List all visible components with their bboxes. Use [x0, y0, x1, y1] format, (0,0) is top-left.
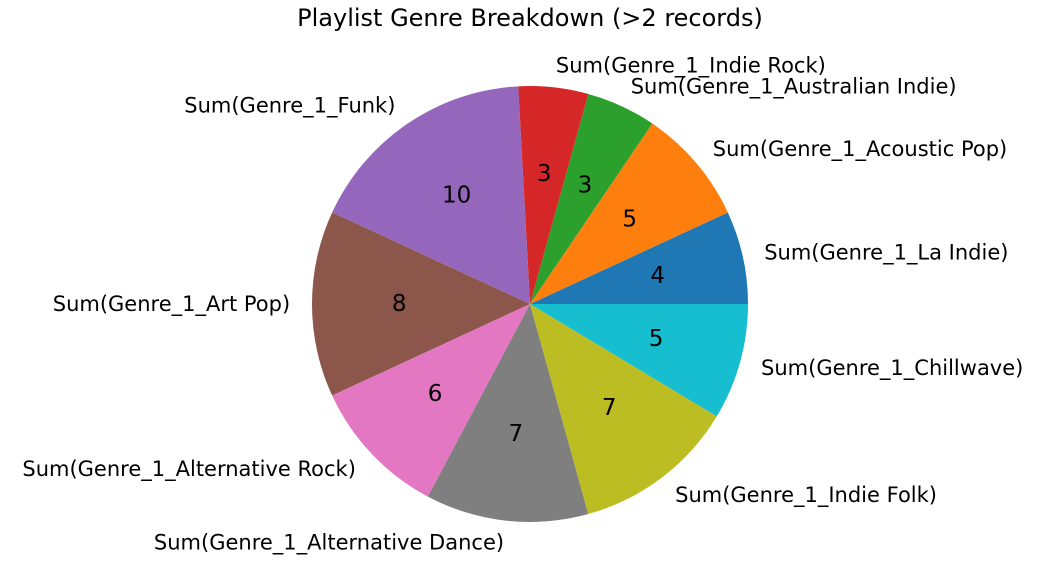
pie-value-label: 4 [650, 263, 665, 289]
pie-value-label: 5 [622, 206, 637, 232]
pie-slice-label: Sum(Genre_1_Indie Rock) [556, 54, 826, 79]
pie-slice-label: Sum(Genre_1_Chillwave) [761, 356, 1023, 381]
pie-slice-label: Sum(Genre_1_Alternative Rock) [22, 457, 356, 482]
chart-title: Playlist Genre Breakdown (>2 records) [297, 4, 763, 32]
pie-value-label: 7 [509, 421, 524, 447]
pie-slice-label: Sum(Genre_1_Australian Indie) [631, 74, 957, 99]
pie-chart: Playlist Genre Breakdown (>2 records) 4 5… [0, 0, 1043, 583]
pie-value-label: 10 [442, 183, 471, 209]
pie-slice-label: Sum(Genre_1_La Indie) [764, 240, 1008, 265]
pie-value-label: 3 [537, 161, 552, 187]
pie-slices [311, 86, 748, 522]
pie-value-label: 6 [428, 381, 443, 407]
pie-slice-label: Sum(Genre_1_Acoustic Pop) [713, 137, 1007, 162]
pie-chart-canvas: Playlist Genre Breakdown (>2 records) 4 5… [22, 4, 1023, 555]
pie-slice-label: Sum(Genre_1_Alternative Dance) [154, 530, 504, 555]
pie-value-label: 3 [578, 172, 593, 198]
pie-slice-label: Sum(Genre_1_Indie Folk) [675, 483, 937, 508]
pie-value-label: 8 [392, 291, 407, 317]
pie-slice-label: Sum(Genre_1_Art Pop) [53, 292, 290, 317]
pie-value-label: 7 [602, 395, 617, 421]
pie-slice-label: Sum(Genre_1_Funk) [184, 94, 395, 119]
pie-value-label: 5 [649, 326, 664, 352]
